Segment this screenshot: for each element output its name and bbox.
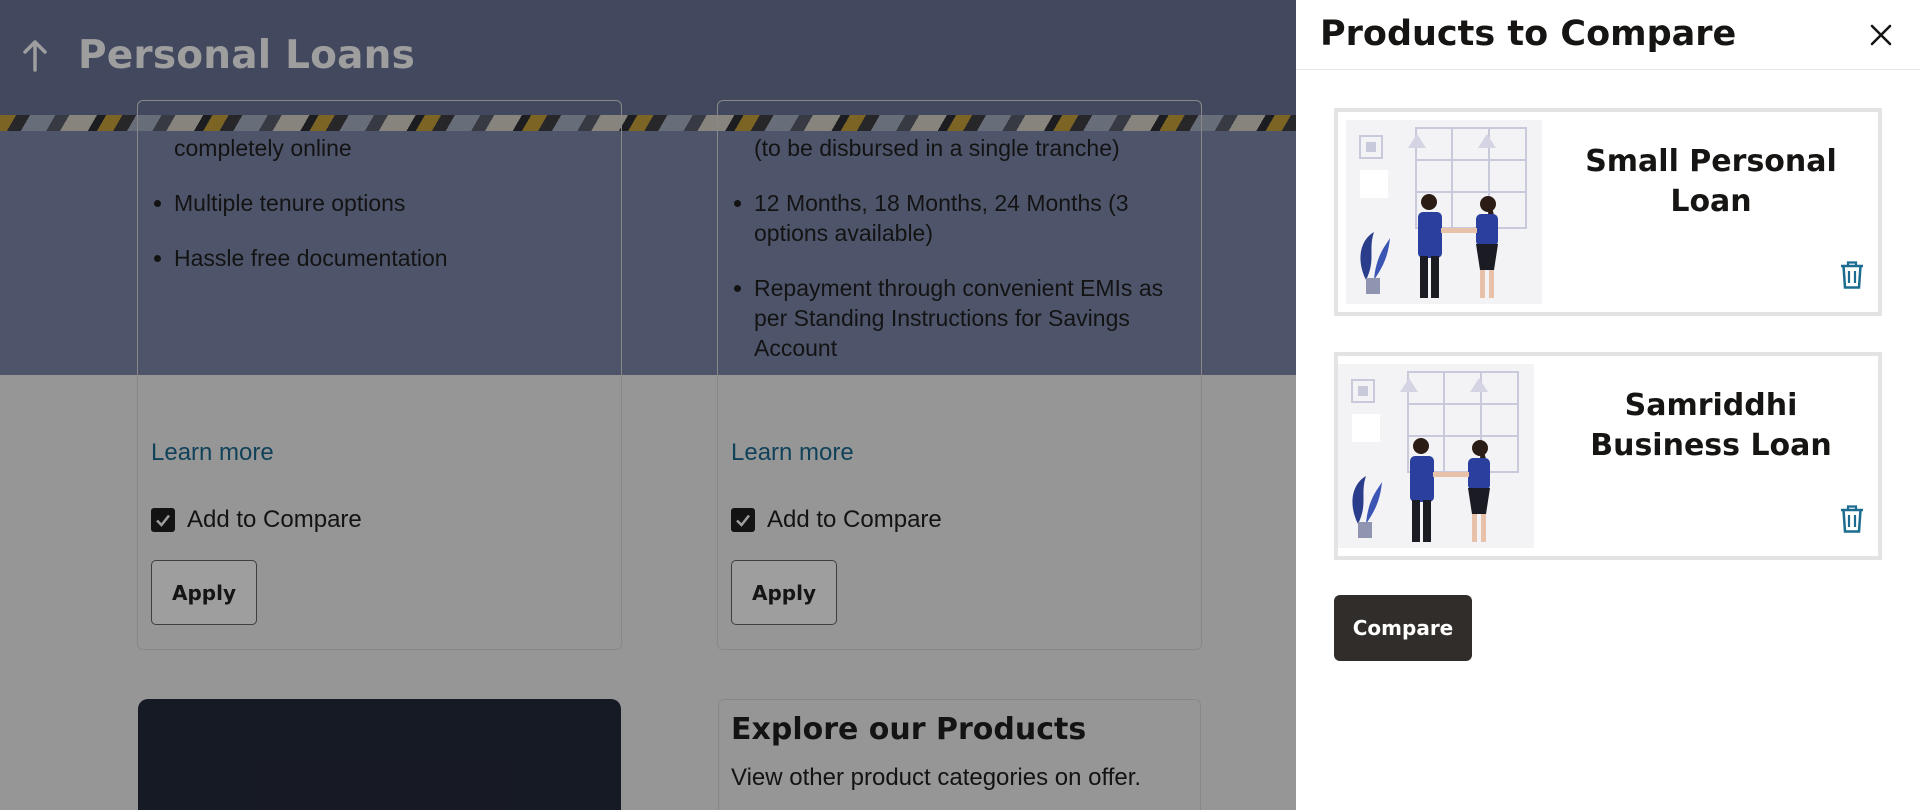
drawer-title: Products to Compare (1320, 14, 1737, 54)
trash-icon[interactable] (1838, 504, 1866, 534)
close-icon[interactable] (1864, 18, 1898, 52)
compare-button[interactable]: Compare (1334, 595, 1472, 661)
handshake-illustration-icon (1338, 364, 1534, 548)
handshake-illustration-icon (1346, 120, 1542, 304)
modal-backdrop[interactable] (0, 0, 1296, 810)
item-name: Small Personal Loan (1585, 144, 1837, 219)
item-name: Samriddhi Business Loan (1590, 388, 1832, 463)
compare-drawer: Products to Compare Small Personal Loan … (1296, 0, 1920, 810)
trash-icon[interactable] (1838, 260, 1866, 290)
compare-item: Samriddhi Business Loan (1334, 352, 1882, 560)
compare-item: Small Personal Loan (1334, 108, 1882, 316)
drawer-header: Products to Compare (1296, 0, 1920, 70)
